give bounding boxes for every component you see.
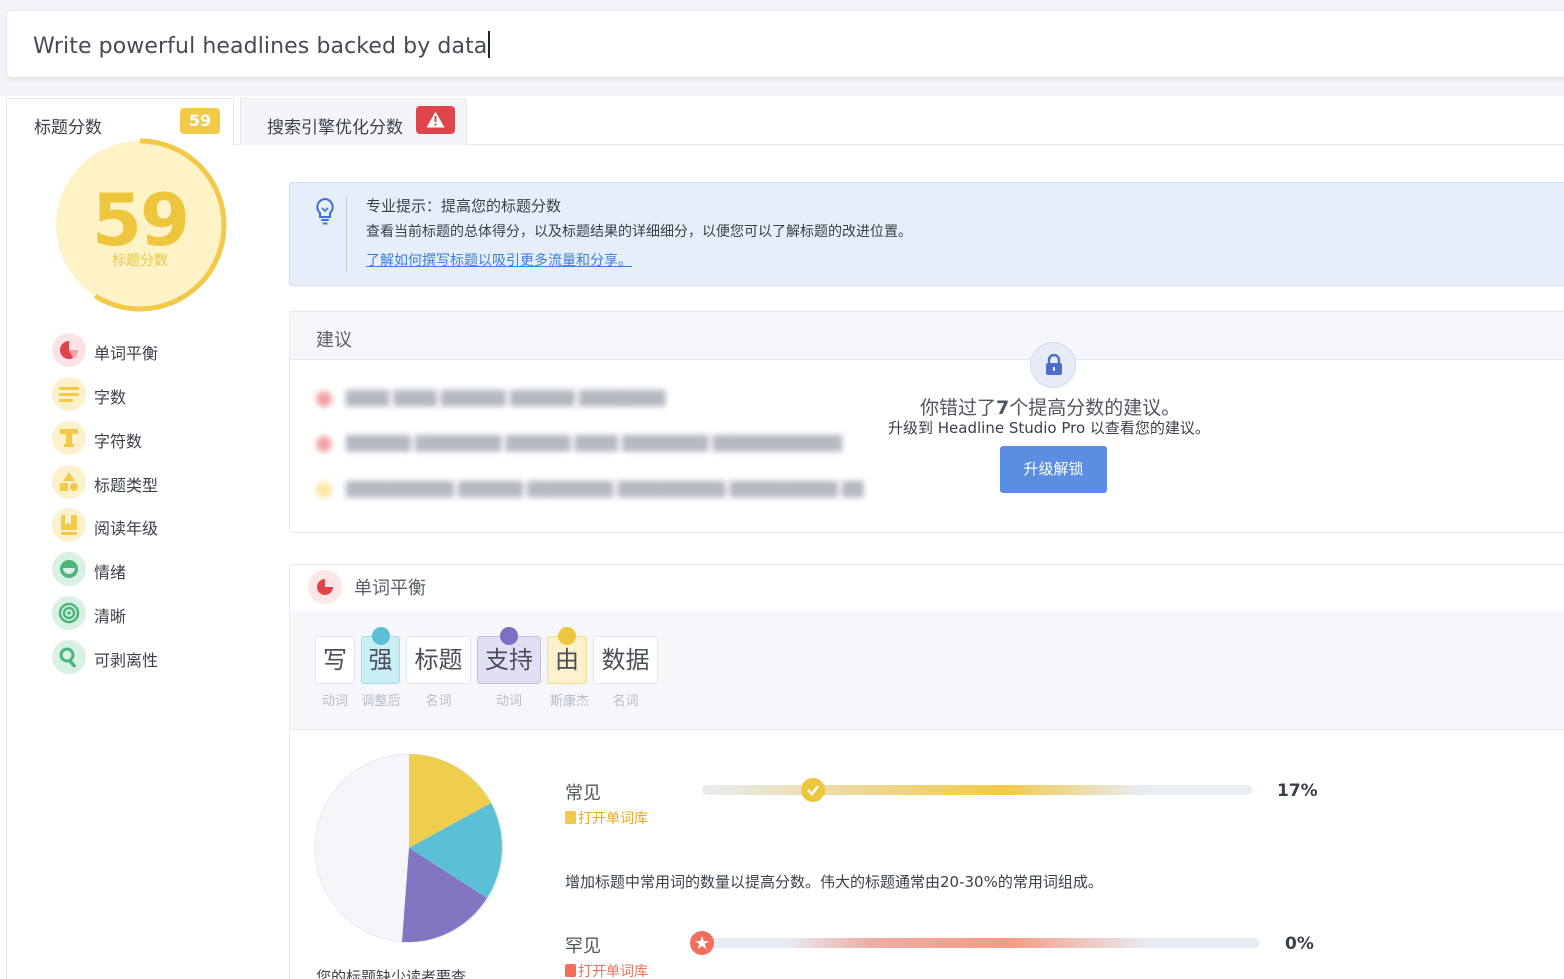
word-chip[interactable]: 写 (315, 636, 355, 684)
word-tag: 名词 (425, 694, 452, 709)
score-label: 标题分数 (112, 253, 168, 269)
lightning-icon (500, 627, 518, 645)
score-badge: 59 (180, 108, 220, 134)
suggestions-panel: 建议 ████ ████ ██████ ██████ ████████ ████… (289, 311, 1564, 533)
word-tag: 动词 (495, 694, 522, 709)
open-rare-library-link[interactable]: 打开单词库 (565, 961, 648, 979)
brush-icon (372, 627, 390, 645)
tip-body: 查看当前标题的总体得分，以及标题结果的详细细分，以便您可以了解标题的改进位置。 (366, 224, 912, 240)
check-icon (801, 778, 826, 802)
tip-title: 专业提示：提高您的标题分数 (366, 197, 562, 215)
open-common-library-link[interactable]: 打开单词库 (565, 808, 648, 828)
missed-suggestions-text: 你错过了7个提高分数的建议。 (920, 397, 1181, 419)
tab-headline-score-label: 标题分数 (34, 118, 102, 138)
word-strip: 写 动词 强 调整后 标题 名词 支持 动词 由 斯康杰 数据 名词 (290, 611, 1564, 730)
lock-icon (1030, 342, 1076, 388)
word-tag: 名词 (612, 694, 639, 709)
blurred-suggestion: ████ ████ ██████ ██████ ████████ (316, 391, 665, 411)
target-icon (52, 596, 86, 630)
metric-label: 字符数 (94, 432, 143, 451)
pro-tip-box: 专业提示：提高您的标题分数 查看当前标题的总体得分，以及标题结果的详细细分，以便… (289, 182, 1564, 286)
word-tag: 动词 (321, 694, 348, 709)
lightbulb-icon (316, 197, 334, 225)
magnifier-icon (52, 640, 86, 674)
suggestions-title: 建议 (316, 330, 352, 351)
metric-label: 清晰 (94, 607, 127, 626)
check-icon (558, 627, 576, 645)
blurred-suggestion: ██████ ████████ ██████ ████ ████████ ███… (316, 436, 842, 456)
word-chip[interactable]: 标题 (406, 636, 471, 684)
bookmark-icon (52, 508, 86, 542)
tab-seo-score-label: 搜索引擎优化分数 (267, 118, 403, 138)
metric-label: 阅读年级 (94, 519, 159, 538)
headline-input[interactable]: Write powerful headlines backed by data (7, 11, 1564, 77)
rare-fill (702, 938, 1260, 948)
common-label: 常见 (565, 783, 601, 804)
smile-icon (52, 552, 86, 586)
content-left-border (6, 145, 7, 979)
upgrade-text: 升级到 Headline Studio Pro 以查看您的建议。 (888, 419, 1210, 437)
rare-percent: 0% (1285, 934, 1314, 954)
warning-icon (416, 106, 455, 134)
tip-learn-link[interactable]: 了解如何撰写标题以吸引更多流量和分享。 (366, 250, 632, 270)
word-chip[interactable]: 数据 (593, 636, 658, 684)
tab-seo-score[interactable]: 搜索引擎优化分数 (240, 98, 467, 145)
text-t-icon (52, 421, 86, 455)
lines-icon (52, 377, 86, 411)
headline-text[interactable]: Write powerful headlines backed by data (33, 34, 487, 59)
rare-label: 罕见 (565, 936, 601, 957)
star-icon (690, 931, 714, 955)
metric-label: 单词平衡 (94, 344, 159, 363)
metric-label: 字数 (94, 388, 127, 407)
suggestions-header: 建议 (290, 312, 1564, 360)
common-hint: 增加标题中常用词的数量以提高分数。伟大的标题通常由20-30%的常用词组成。 (565, 873, 1103, 891)
upgrade-unlock-button[interactable]: 升级解锁 (1000, 446, 1107, 493)
word-balance-pie-chart (314, 753, 504, 943)
blurred-suggestion: ██████████ ██████ ████████ ██████████ ██… (316, 482, 864, 502)
book-icon (565, 964, 576, 977)
word-tag: 斯康杰 (549, 694, 589, 709)
word-balance-title: 单词平衡 (354, 578, 426, 599)
metric-label: 可剥离性 (94, 651, 159, 670)
book-icon (565, 811, 576, 824)
shapes-icon (52, 465, 86, 499)
pie-chart-icon (52, 333, 86, 367)
word-tag: 调整后 (361, 694, 401, 709)
common-fill (702, 785, 1252, 795)
common-percent: 17% (1277, 781, 1318, 801)
tip-divider (346, 196, 347, 272)
pie-caption: 您的标题缺少读者要查 (316, 968, 467, 979)
metric-label: 情绪 (94, 563, 127, 582)
text-caret (488, 31, 491, 58)
pie-chart-icon (308, 570, 342, 604)
metric-label: 标题类型 (94, 476, 159, 495)
